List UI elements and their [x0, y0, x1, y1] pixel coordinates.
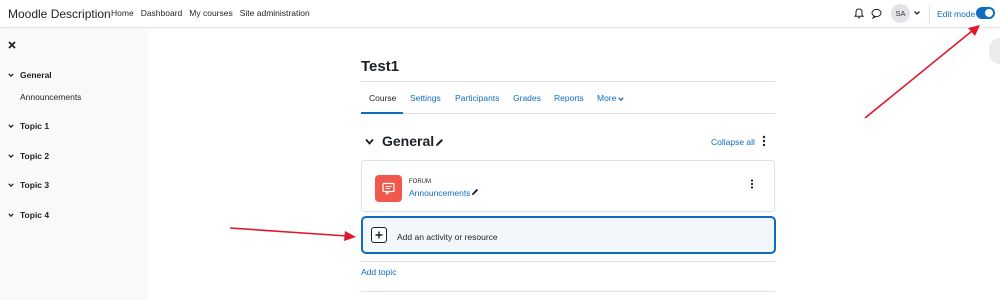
tab-settings[interactable]: Settings [410, 93, 441, 103]
close-icon[interactable] [8, 41, 16, 49]
add-activity-button[interactable]: Add an activity or resource [361, 216, 776, 254]
block-drawer-toggle[interactable] [989, 38, 1000, 64]
drawer-item-announcements[interactable]: Announcements [20, 92, 81, 102]
drawer-section-topic-1[interactable]: Topic 1 [8, 121, 49, 131]
navbar-divider [929, 5, 930, 23]
collapse-all-link[interactable]: Collapse all [711, 137, 755, 147]
drawer-item-label: Topic 1 [20, 121, 50, 131]
add-activity-label: Add an activity or resource [397, 232, 498, 242]
nav-site-administration[interactable]: Site administration [240, 8, 310, 18]
tab-participants[interactable]: Participants [455, 93, 499, 103]
nav-dashboard[interactable]: Dashboard [141, 8, 183, 18]
chevron-down-icon [8, 154, 14, 159]
divider [361, 261, 775, 262]
more-options-icon[interactable] [762, 135, 766, 147]
top-navbar: Moodle Description Home Dashboard My cou… [0, 0, 1000, 28]
drawer-section-topic-3[interactable]: Topic 3 [8, 180, 49, 190]
tab-reports[interactable]: Reports [554, 93, 584, 103]
chevron-down-icon [8, 183, 14, 188]
drawer-item-label: Topic 4 [20, 210, 50, 220]
more-options-icon[interactable] [750, 179, 754, 189]
add-topic-link[interactable]: Add topic [361, 267, 396, 277]
site-brand[interactable]: Moodle Description [8, 7, 111, 21]
messages-icon[interactable] [871, 8, 882, 19]
forum-icon [375, 175, 402, 202]
drawer-item-label: General [20, 70, 52, 80]
speech-bubble-icon [382, 182, 395, 195]
divider [361, 291, 775, 292]
chevron-down-icon [8, 124, 14, 129]
edit-mode-toggle[interactable] [976, 7, 995, 19]
plus-icon [371, 227, 387, 243]
nav-my-courses[interactable]: My courses [189, 8, 232, 18]
annotation-arrow-add-activity [229, 227, 348, 237]
edit-mode-label[interactable]: Edit mode [937, 9, 975, 19]
primary-navigation: Home Dashboard My courses Site administr… [111, 8, 310, 18]
tab-grades[interactable]: Grades [513, 93, 541, 103]
user-avatar[interactable]: SA [891, 4, 910, 23]
annotation-arrows [229, 25, 980, 241]
course-secondary-navigation: Course Settings Participants Grades Repo… [361, 82, 775, 114]
page-title: Test1 [361, 58, 400, 75]
drawer-item-label: Topic 3 [20, 180, 50, 190]
chevron-down-icon[interactable] [365, 137, 374, 146]
arrowhead-icon [344, 231, 356, 241]
chevron-down-icon [618, 97, 625, 101]
drawer-item-label: Topic 2 [20, 151, 50, 161]
course-index-drawer: General Announcements Topic 1 Topic 2 To… [0, 29, 148, 300]
bell-icon[interactable] [854, 8, 864, 19]
pencil-icon[interactable] [471, 188, 479, 196]
chevron-down-icon [8, 73, 14, 78]
tab-more-label: More [597, 93, 617, 103]
drawer-section-topic-2[interactable]: Topic 2 [8, 151, 49, 161]
activity-item-forum: FORUM Announcements [361, 160, 775, 212]
activity-type-label: FORUM [409, 179, 431, 185]
tab-course[interactable]: Course [369, 93, 396, 103]
pencil-icon[interactable] [435, 138, 444, 147]
section-title: General [382, 133, 435, 149]
nav-home[interactable]: Home [111, 8, 134, 18]
activity-name-link[interactable]: Announcements [409, 188, 470, 198]
chevron-down-icon [8, 213, 14, 218]
tab-more[interactable]: More [597, 93, 625, 103]
drawer-section-topic-4[interactable]: Topic 4 [8, 210, 49, 220]
annotation-arrow-edit-mode [864, 30, 973, 119]
drawer-section-general[interactable]: General [8, 70, 52, 80]
chevron-down-icon[interactable] [913, 9, 921, 17]
toggle-knob [985, 9, 993, 17]
active-tab-indicator [361, 112, 403, 114]
